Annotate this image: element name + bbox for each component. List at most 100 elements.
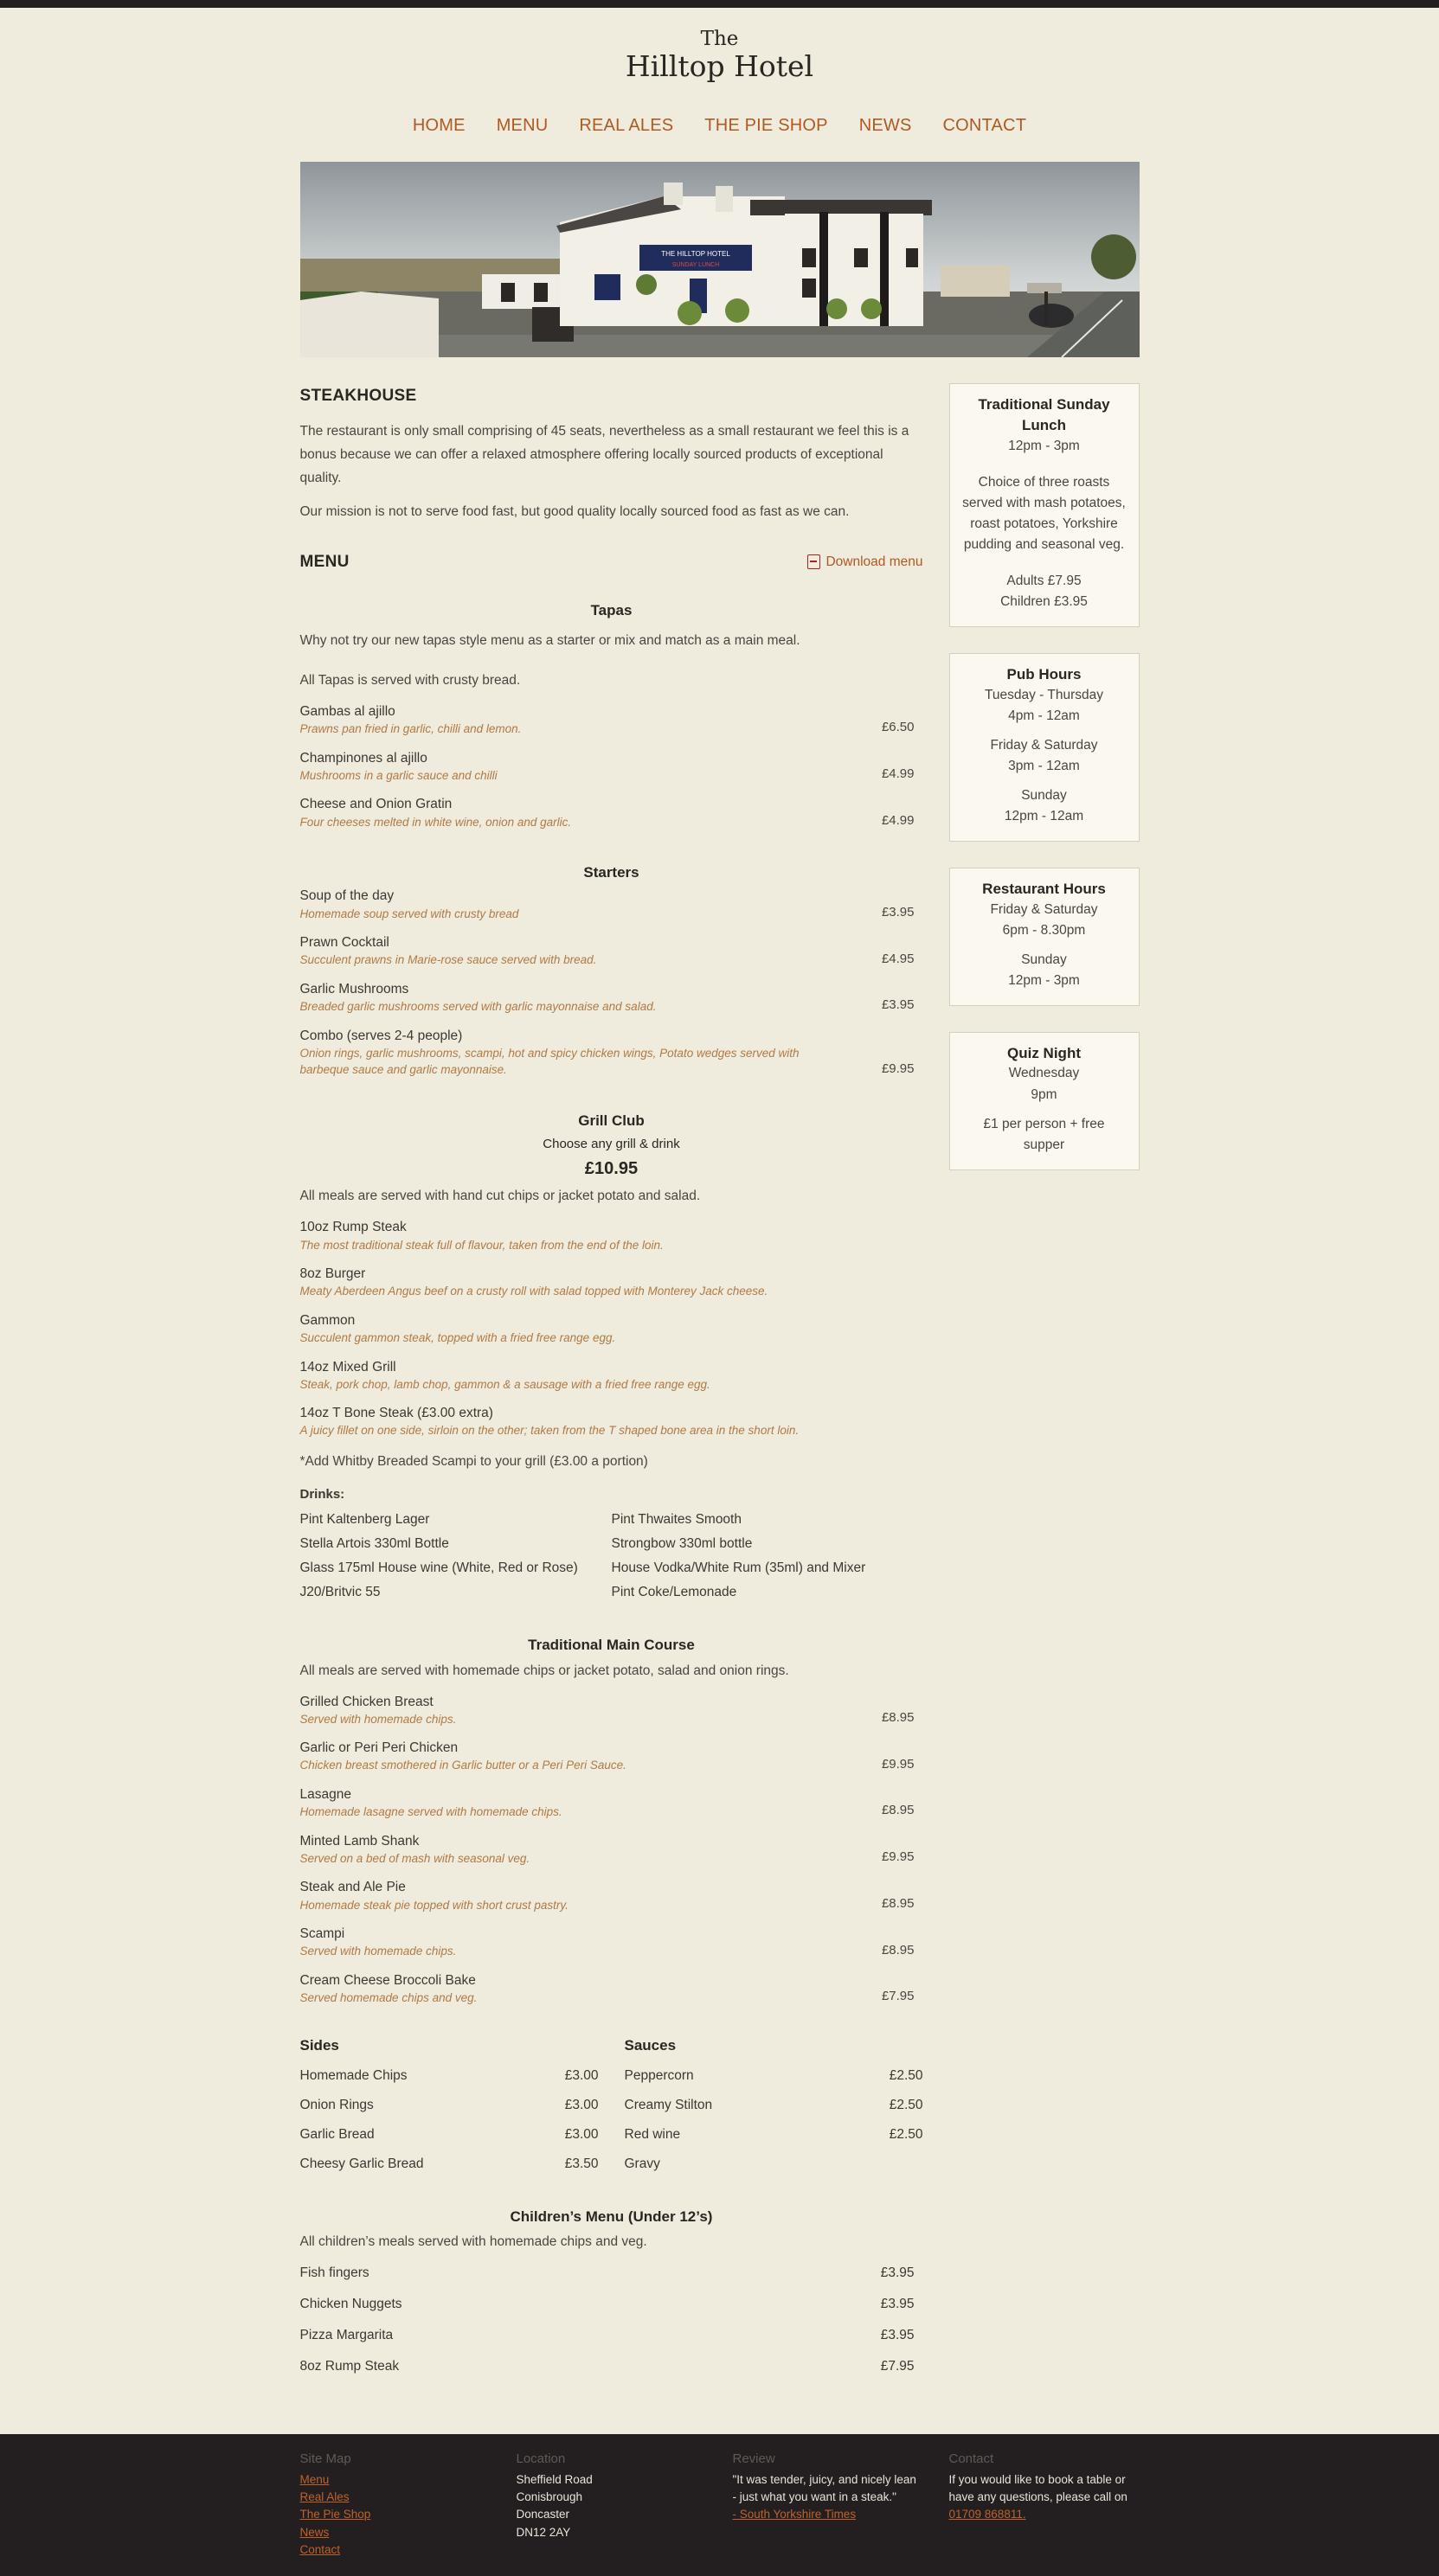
drink-item: Pint Thwaites Smooth	[611, 1512, 742, 1528]
menu-item: Champinones al ajillo Mushrooms in a garl…	[300, 750, 923, 785]
item-name: 10oz Rump Steak	[299, 1220, 407, 1235]
drinks-list: Pint Kaltenberg Lager Pint Thwaites Smoo…	[300, 1509, 923, 1603]
item-name: Gammon	[299, 1312, 356, 1328]
restaurant-hours-time: 6pm - 8.30pm	[1002, 922, 1086, 938]
item-price: £3.95	[881, 997, 915, 1013]
drink-item: Pint Kaltenberg Lager	[299, 1512, 430, 1528]
item-desc: Steak, pork chop, lamb chop, gammon & a …	[299, 1377, 710, 1391]
item-price: £3.95	[880, 2297, 915, 2312]
pub-hours-days: Tuesday - Thursday	[985, 687, 1103, 702]
sauces-list: Sauces Peppercorn £2.50 Creamy Stilton £2.…	[625, 2035, 923, 2175]
sunday-lunch-children: Children £3.95	[1000, 593, 1088, 609]
menu-item: Garlic Mushrooms Breaded garlic mushrooms…	[300, 981, 923, 1016]
item-name: 8oz Burger	[299, 1266, 366, 1282]
nav-contact[interactable]: CONTACT	[943, 112, 1027, 139]
menu-item: Fish fingers £3.95	[300, 2263, 923, 2284]
item-price: £7.95	[881, 1989, 915, 2004]
side-item: Cheesy Garlic Bread £3.50	[300, 2154, 599, 2175]
item-desc: Onion rings, garlic mushrooms, scampi, h…	[299, 1046, 800, 1077]
side-name: Cheesy Garlic Bread	[299, 2156, 424, 2171]
restaurant-hours-title: Restaurant Hours	[982, 880, 1106, 897]
address-line: Sheffield Road	[516, 2472, 593, 2486]
sides-sauces: Sides Homemade Chips £3.00 Onion Rings £3.…	[300, 2035, 923, 2175]
contact-phone-link[interactable]: 01709 868811.	[949, 2506, 1140, 2523]
side-item: Garlic Bread £3.00	[300, 2124, 599, 2145]
intro-section: STEAKHOUSE The restaurant is only small …	[300, 383, 923, 523]
pub-hours-days: Friday & Saturday	[990, 737, 1098, 753]
item-price: £8.95	[881, 1710, 915, 1726]
item-name: Lasagne	[299, 1787, 351, 1803]
sign-title: THE HILLTOP HOTEL	[661, 250, 730, 258]
menu-item: Lasagne Homemade lasagne served with home…	[300, 1786, 923, 1821]
steakhouse-heading: STEAKHOUSE	[299, 387, 417, 406]
logo-line-2[interactable]: Hilltop Hotel	[0, 50, 1439, 83]
side-price: £3.00	[564, 2097, 599, 2112]
sauce-item: Peppercorn £2.50	[625, 2066, 923, 2086]
sauce-name: Peppercorn	[624, 2067, 694, 2083]
nav-news[interactable]: NEWS	[859, 112, 912, 139]
download-menu-link[interactable]: Download menu	[807, 552, 923, 573]
item-desc: Served with homemade chips.	[299, 1712, 457, 1726]
logo-line-1[interactable]: The	[0, 28, 1439, 50]
item-desc: Served homemade chips and veg.	[299, 1990, 478, 2004]
menu-item: Combo (serves 2-4 people) Onion rings, ga…	[300, 1028, 923, 1079]
item-name: Steak and Ale Pie	[299, 1880, 406, 1895]
menu-item: 10oz Rump Steak The most traditional stea…	[300, 1219, 923, 1253]
sunday-lunch-title: Traditional Sunday Lunch	[978, 396, 1110, 434]
scampi-note: *Add Whitby Breaded Scampi to your grill…	[299, 1453, 648, 1469]
item-name: Garlic or Peri Peri Chicken	[299, 1740, 459, 1756]
sauce-item: Creamy Stilton £2.50	[625, 2095, 923, 2116]
main-course-title: Traditional Main Course	[528, 1637, 695, 1654]
menu-item: Scampi Served with homemade chips. £8.95	[300, 1926, 923, 1960]
restaurant-hours-box: Restaurant Hours Friday & Saturday 6pm -…	[948, 867, 1140, 1006]
item-name: Combo (serves 2-4 people)	[299, 1028, 463, 1043]
drink-item: Glass 175ml House wine (White, Red or Ro…	[299, 1560, 578, 1576]
sunday-lunch-time: 12pm - 3pm	[1008, 438, 1080, 453]
item-price: £4.99	[881, 812, 915, 828]
menu-item: Cream Cheese Broccoli Bake Served homemad…	[300, 1972, 923, 2007]
sauce-name: Creamy Stilton	[624, 2097, 713, 2112]
footer-link-menu[interactable]: Menu	[300, 2471, 517, 2489]
quiz-night-time: 9pm	[1031, 1086, 1057, 1102]
children-menu-note: All children’s meals served with homemad…	[299, 2234, 647, 2250]
top-bar	[0, 0, 1439, 8]
nav-menu[interactable]: MENU	[497, 112, 549, 139]
sign-subtitle: SUNDAY LUNCH	[671, 262, 719, 268]
item-price: £4.95	[881, 951, 915, 966]
item-name: Grilled Chicken Breast	[299, 1694, 434, 1709]
item-name: 14oz T Bone Steak (£3.00 extra)	[299, 1406, 493, 1421]
pub-hours-time: 12pm - 12am	[1004, 808, 1084, 823]
side-price: £3.00	[564, 2126, 599, 2142]
main-column: STEAKHOUSE The restaurant is only small …	[300, 383, 923, 2377]
footer-link-news[interactable]: News	[300, 2524, 517, 2541]
sauce-price: £2.50	[889, 2067, 923, 2083]
item-desc: Chicken breast smothered in Garlic butte…	[299, 1759, 626, 1772]
intro-paragraph-2: Our mission is not to serve food fast, b…	[299, 504, 850, 520]
item-name: Garlic Mushrooms	[299, 981, 409, 996]
sauce-item: Red wine £2.50	[625, 2124, 923, 2145]
footer-link-pie-shop[interactable]: The Pie Shop	[300, 2506, 517, 2523]
review-source-link[interactable]: - South Yorkshire Times	[733, 2506, 923, 2523]
item-name: Cream Cheese Broccoli Bake	[299, 1972, 476, 1988]
item-price: £9.95	[881, 1756, 915, 1772]
footer-review: Review "It was tender, juicy, and nicely…	[733, 2450, 949, 2559]
nav-home[interactable]: HOME	[413, 112, 466, 139]
main-nav: HOME MENU REAL ALES THE PIE SHOP NEWS CO…	[0, 112, 1439, 139]
item-name: 14oz Mixed Grill	[299, 1359, 396, 1375]
site-footer: Site Map Menu Real Ales The Pie Shop New…	[0, 2434, 1439, 2576]
grill-note: All meals are served with hand cut chips…	[299, 1189, 701, 1204]
sauce-price: £2.50	[889, 2097, 923, 2112]
item-desc: Succulent gammon steak, topped with a fr…	[299, 1330, 616, 1344]
item-name: Minted Lamb Shank	[299, 1833, 420, 1849]
footer-link-real-ales[interactable]: Real Ales	[300, 2489, 517, 2506]
drink-item: Strongbow 330ml bottle	[611, 1536, 753, 1552]
item-desc: Mushrooms in a garlic sauce and chilli	[299, 768, 498, 782]
menu-item: 8oz Burger Meaty Aberdeen Angus beef on a…	[300, 1266, 923, 1300]
restaurant-hours-days: Friday & Saturday	[990, 901, 1098, 917]
hero-photo: THE HILLTOP HOTEL SUNDAY LUNCH	[299, 162, 1140, 358]
nav-real-ales[interactable]: REAL ALES	[579, 112, 673, 139]
footer-link-contact[interactable]: Contact	[300, 2541, 517, 2559]
item-name: Cheese and Onion Gratin	[299, 797, 453, 812]
nav-pie-shop[interactable]: THE PIE SHOP	[704, 112, 827, 139]
pub-photo-illustration: THE HILLTOP HOTEL SUNDAY LUNCH	[299, 162, 1140, 358]
